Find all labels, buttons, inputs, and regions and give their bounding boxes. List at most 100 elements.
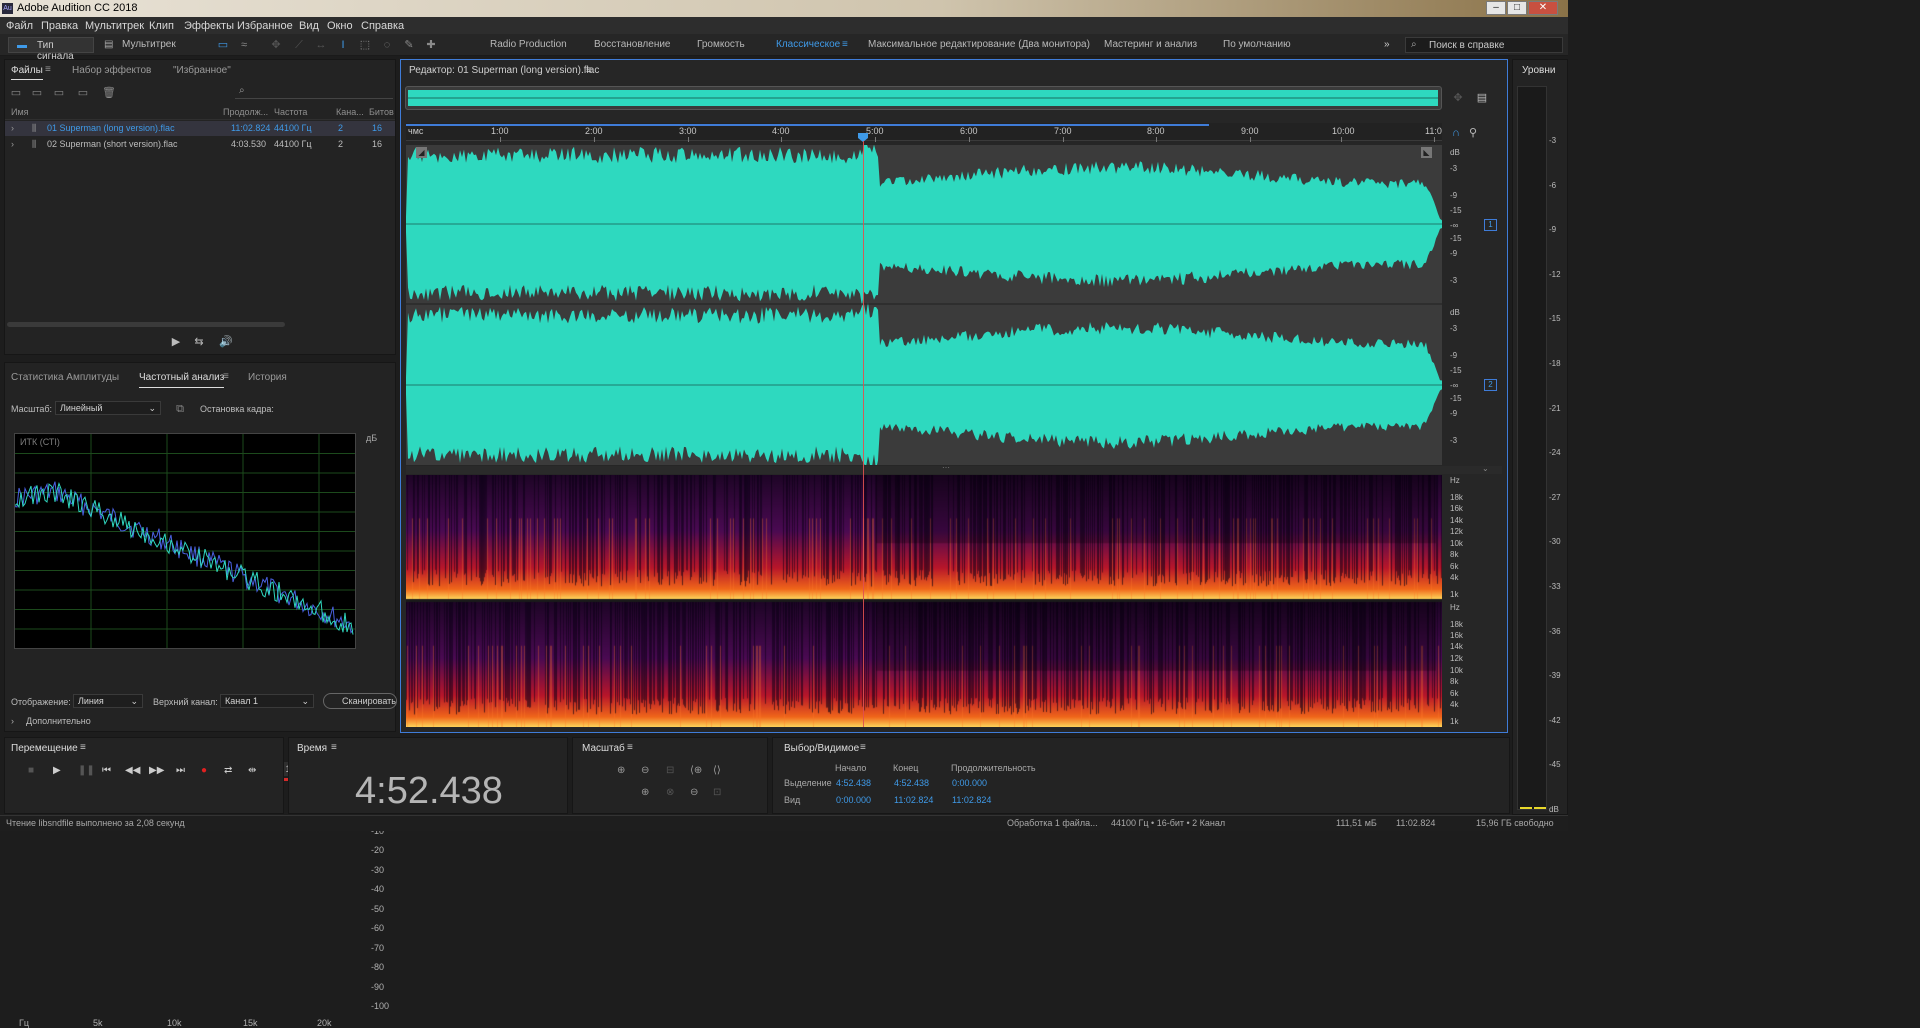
tab-favorites[interactable]: "Избранное" — [173, 65, 231, 76]
workspace-radio-production[interactable]: Radio Production — [490, 39, 567, 50]
more-workspaces-icon[interactable]: » — [1384, 39, 1390, 50]
loop-preview-icon[interactable]: ⇆ — [193, 336, 205, 348]
new-file-icon[interactable]: ▭ — [53, 87, 65, 99]
col-duration[interactable]: Продолж... — [223, 107, 268, 117]
menu-edit[interactable]: Правка — [41, 20, 78, 32]
advanced-expand-icon[interactable]: › — [11, 716, 14, 726]
workspace-mastering[interactable]: Мастеринг и анализ — [1104, 39, 1197, 50]
waveform-area[interactable]: ◢ ◣ — [406, 145, 1442, 465]
menu-clip[interactable]: Клип — [149, 20, 174, 32]
marker-icon[interactable]: ⚲ — [1467, 127, 1479, 139]
time-menu-icon[interactable]: ≡ — [331, 742, 337, 753]
slip-tool-icon[interactable]: ↔ — [315, 39, 327, 51]
loop-playback-icon[interactable]: ⇄ — [224, 765, 232, 776]
fade-out-handle-icon[interactable]: ◣ — [1421, 147, 1432, 158]
overview-navigator[interactable] — [405, 86, 1442, 110]
workspace-classic[interactable]: Классическое — [776, 39, 840, 50]
lasso-tool-icon[interactable]: ◌ — [381, 39, 393, 51]
zoom-out-time-icon[interactable]: ⊖ — [690, 787, 698, 798]
waveform-view-button[interactable]: ▬ Тип сигнала — [8, 37, 94, 62]
tab-amplitude-stats[interactable]: Статистика Амплитуды — [11, 372, 119, 383]
workspace-menu-icon[interactable]: ≡ — [842, 39, 848, 50]
expand-icon[interactable]: › — [11, 123, 14, 133]
tab-history[interactable]: История — [248, 372, 287, 383]
workspace-loudness[interactable]: Громкость — [697, 39, 745, 50]
fade-in-handle-icon[interactable]: ◢ — [416, 147, 427, 158]
play-preview-icon[interactable]: ▶ — [170, 336, 182, 348]
menu-view[interactable]: Вид — [299, 20, 319, 32]
channel-1-badge[interactable]: 1 — [1484, 219, 1497, 231]
display-select[interactable]: Линия ⌄ — [73, 694, 143, 708]
scan-button[interactable]: Сканировать — [323, 693, 397, 709]
fast-forward-icon[interactable]: ▶▶ — [149, 765, 164, 776]
view-end-value[interactable]: 11:02.824 — [894, 795, 933, 805]
col-name[interactable]: Имя — [11, 107, 29, 117]
collapse-icon[interactable]: ⌄ — [1482, 464, 1489, 473]
zoom-out-amplitude-icon[interactable]: ⊖ — [641, 765, 649, 776]
zoom-in-right-icon[interactable]: ⟨⟩ — [713, 765, 721, 776]
zoom-in-amplitude-icon[interactable]: ⊕ — [617, 765, 625, 776]
skip-selection-icon[interactable]: ⇹ — [248, 765, 256, 776]
channel-select[interactable]: Канал 1 ⌄ — [220, 694, 314, 708]
selection-end-value[interactable]: 4:52.438 — [894, 778, 929, 788]
selection-start-value[interactable]: 4:52.438 — [836, 778, 871, 788]
help-search-input[interactable]: ⌕ Поиск в справке — [1405, 37, 1563, 53]
menu-window[interactable]: Окно — [327, 20, 353, 32]
minimize-button[interactable]: – — [1486, 1, 1506, 15]
waveform-spectral-splitter[interactable]: ⋯ ⌄ — [406, 463, 1502, 474]
zoom-menu-icon[interactable]: ≡ — [627, 742, 633, 753]
brush-tool-icon[interactable]: ✎ — [403, 39, 415, 51]
advanced-section[interactable]: Дополнительно — [26, 716, 91, 726]
menu-favorites[interactable]: Избранное — [237, 20, 293, 32]
editor-menu-icon[interactable]: ≡ — [586, 65, 592, 76]
spot-healing-tool-icon[interactable]: ✚ — [425, 39, 437, 51]
channel-2-badge[interactable]: 2 — [1484, 379, 1497, 391]
zoom-in-left-icon[interactable]: ⟨⊕ — [690, 765, 702, 776]
tab-frequency-analysis[interactable]: Частотный анализ — [139, 372, 225, 388]
tab-menu-icon[interactable]: ≡ — [223, 371, 229, 382]
scale-select[interactable]: Линейный ⌄ — [55, 401, 161, 415]
autoplay-icon[interactable]: 🔊 — [219, 336, 233, 348]
menu-effects[interactable]: Эффекты — [184, 20, 234, 32]
spectral-area[interactable] — [406, 475, 1442, 727]
time-selection-tool-icon[interactable]: I — [337, 39, 349, 51]
col-rate[interactable]: Частота — [274, 107, 307, 117]
zoom-reset-icon[interactable]: ⊡ — [713, 787, 721, 798]
view-duration-value[interactable]: 11:02.824 — [952, 795, 991, 805]
record-icon[interactable]: ● — [201, 765, 207, 776]
go-to-start-icon[interactable]: ⏮ — [102, 765, 111, 776]
play-icon[interactable]: ▶ — [53, 765, 61, 776]
tab-effects-rack[interactable]: Набор эффектов — [72, 65, 151, 76]
workspace-max-editing[interactable]: Максимальное редактирование (Два монитор… — [868, 39, 1090, 50]
col-channels[interactable]: Кана... — [336, 107, 364, 117]
menu-multitrack[interactable]: Мультитрек — [85, 20, 144, 32]
go-to-end-icon[interactable]: ⏭ — [176, 765, 185, 776]
overview-menu-icon[interactable]: ▤ — [1476, 92, 1488, 104]
transport-menu-icon[interactable]: ≡ — [80, 742, 86, 753]
close-button[interactable]: ✕ — [1528, 1, 1558, 15]
insert-multitrack-icon[interactable]: ▭ — [77, 87, 89, 99]
move-tool-icon[interactable]: ✥ — [270, 39, 282, 51]
workspace-default[interactable]: По умолчанию — [1223, 39, 1291, 50]
view-start-value[interactable]: 0:00.000 — [836, 795, 871, 805]
stop-icon[interactable]: ■ — [28, 765, 34, 776]
menu-help[interactable]: Справка — [361, 20, 404, 32]
menu-file[interactable]: Файл — [6, 20, 33, 32]
maximize-button[interactable]: □ — [1507, 1, 1527, 15]
copy-icon[interactable]: ⧉ — [174, 403, 186, 415]
workspace-restoration[interactable]: Восстановление — [594, 39, 671, 50]
tab-files-menu-icon[interactable]: ≡ — [45, 64, 51, 75]
razor-tool-icon[interactable]: ⟋ — [293, 39, 305, 51]
files-horizontal-scrollbar[interactable] — [7, 322, 285, 327]
snap-icon[interactable]: ∩ — [1450, 127, 1462, 139]
expand-icon[interactable]: › — [11, 139, 14, 149]
import-file-icon[interactable]: ▭ — [31, 87, 43, 99]
selection-menu-icon[interactable]: ≡ — [860, 742, 866, 753]
marquee-tool-icon[interactable]: ⬚ — [359, 39, 371, 51]
col-bits[interactable]: Битов — [369, 107, 394, 117]
table-row[interactable]: › ⫼ 01 Superman (long version).flac 11:0… — [5, 121, 395, 136]
zoom-selection-icon[interactable]: ⊟ — [666, 765, 674, 776]
zoom-in-time-icon[interactable]: ⊕ — [641, 787, 649, 798]
files-search-input[interactable]: ⌕ — [235, 85, 393, 99]
open-file-icon[interactable]: ▭ — [10, 87, 22, 99]
